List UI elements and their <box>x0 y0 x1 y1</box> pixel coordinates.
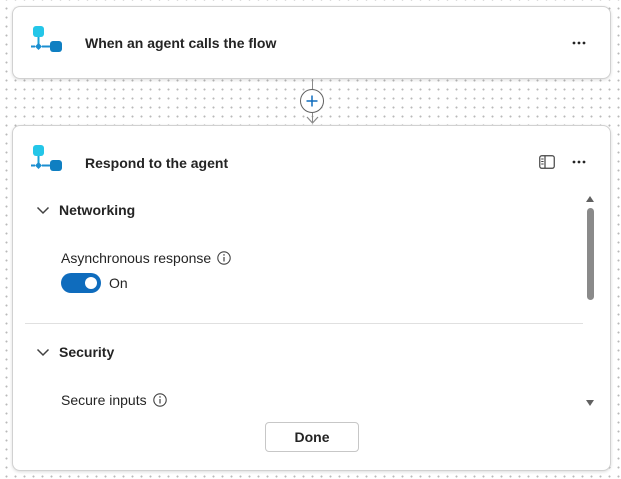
side-panel-icon <box>539 155 555 169</box>
scroll-up-arrow-icon[interactable] <box>586 196 594 202</box>
toggle-knob <box>85 277 97 289</box>
info-icon[interactable] <box>217 251 231 265</box>
networking-section-header[interactable]: Networking <box>25 202 135 218</box>
networking-section-title: Networking <box>59 202 136 218</box>
scrollbar-thumb[interactable] <box>587 208 594 300</box>
scroll-down-arrow-icon[interactable] <box>586 400 594 406</box>
async-response-label-text: Asynchronous response <box>61 250 212 266</box>
chevron-down-icon <box>36 206 50 215</box>
async-response-toggle-row: On <box>61 273 128 293</box>
add-step-button[interactable] <box>300 89 324 113</box>
action-more-button[interactable] <box>568 152 590 172</box>
info-icon[interactable] <box>152 393 167 407</box>
add-icon <box>306 95 318 107</box>
trigger-more-button[interactable] <box>568 33 590 53</box>
connector-line-top <box>312 79 313 89</box>
flow-agent-icon <box>31 145 62 171</box>
security-section-title: Security <box>59 344 115 360</box>
connector-arrow-icon <box>306 116 319 124</box>
vertical-scrollbar[interactable] <box>584 192 596 408</box>
details-panel-button[interactable] <box>536 152 558 172</box>
trigger-card[interactable]: When an agent calls the flow <box>12 6 611 79</box>
settings-scroll-region[interactable]: Networking Asynchronous response On Secu… <box>25 192 583 408</box>
flow-agent-icon <box>31 26 62 52</box>
secure-inputs-label-text: Secure inputs <box>61 392 147 408</box>
async-response-label: Asynchronous response <box>61 250 231 266</box>
section-divider <box>25 323 583 324</box>
trigger-title: When an agent calls the flow <box>85 35 277 51</box>
done-button[interactable]: Done <box>265 422 359 452</box>
secure-inputs-label: Secure inputs <box>61 392 167 408</box>
security-section-header[interactable]: Security <box>25 344 114 360</box>
action-card[interactable]: Respond to the agent Networking Asynchro… <box>12 125 611 471</box>
action-title: Respond to the agent <box>85 155 229 171</box>
async-response-toggle-state: On <box>109 275 128 291</box>
async-response-toggle[interactable] <box>61 273 101 293</box>
more-options-icon <box>572 160 586 164</box>
more-options-icon <box>572 41 586 45</box>
chevron-down-icon <box>36 348 50 357</box>
